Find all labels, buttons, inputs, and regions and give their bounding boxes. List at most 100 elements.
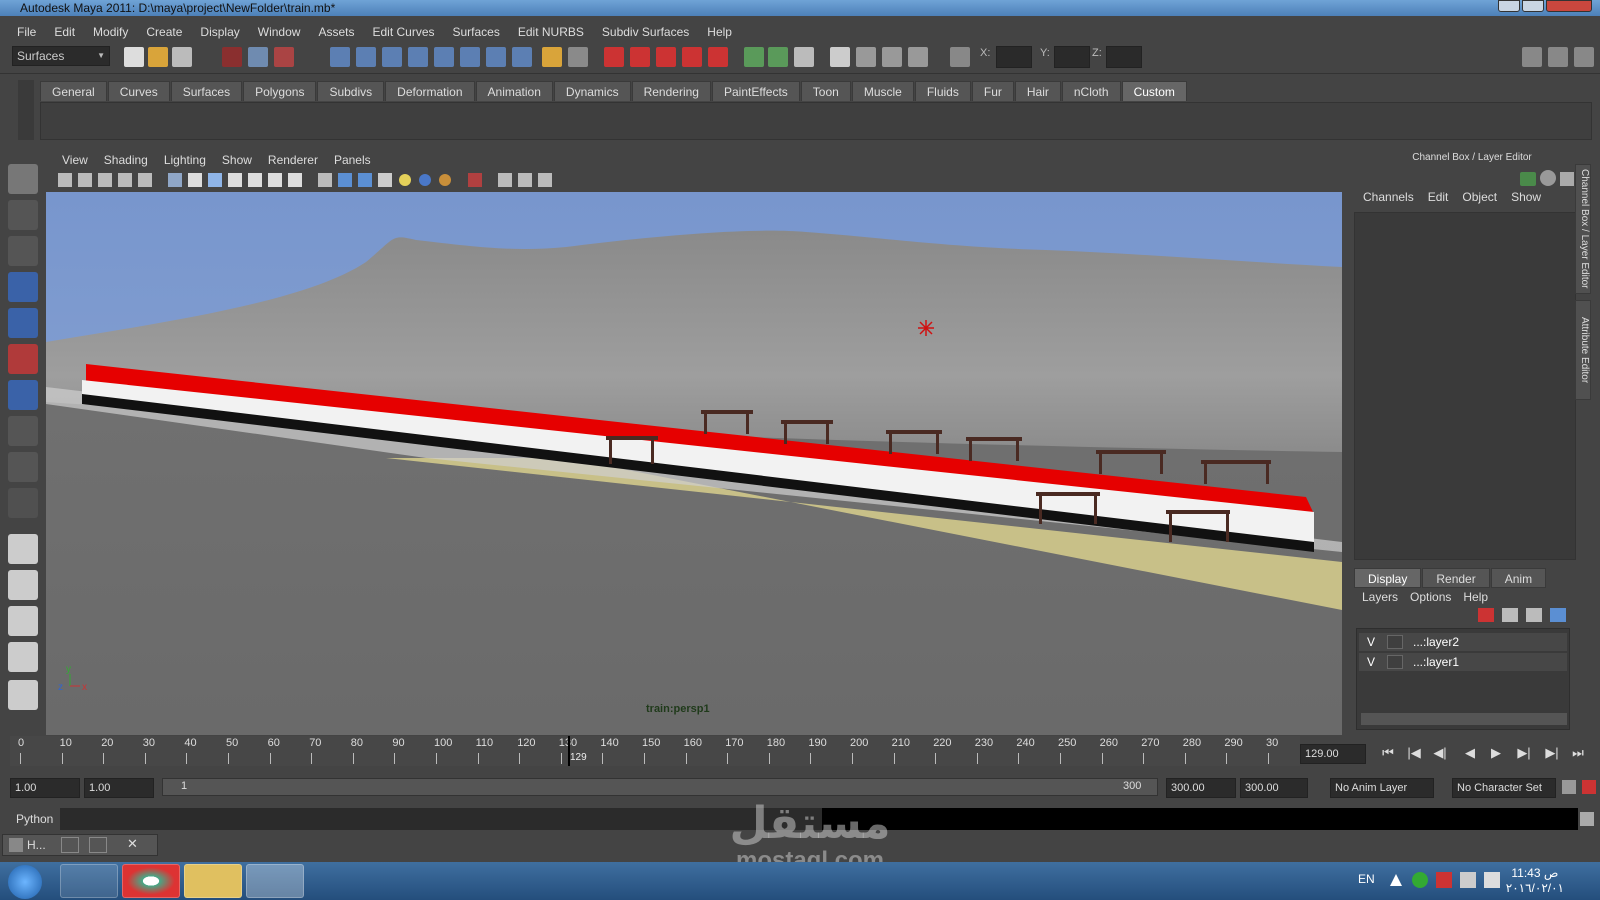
snap-plane-icon[interactable] bbox=[408, 47, 428, 67]
shelf-tab-polygons[interactable]: Polygons bbox=[243, 81, 317, 101]
show-hidden-icons-icon[interactable] bbox=[1390, 874, 1402, 886]
single-perspective-layout-icon[interactable] bbox=[8, 534, 38, 564]
shelf-tab-rendering[interactable]: Rendering bbox=[631, 81, 711, 101]
hypershade-layout-icon[interactable] bbox=[8, 680, 38, 710]
command-language-label[interactable]: Python bbox=[16, 812, 53, 826]
graph-icon[interactable] bbox=[882, 47, 902, 67]
playback-end-field[interactable]: 300.00 bbox=[1166, 778, 1236, 798]
ipr-render-icon[interactable] bbox=[630, 47, 650, 67]
internet-explorer-icon[interactable] bbox=[60, 864, 118, 898]
system-clock[interactable]: 11:43 ص ٢٠١٦/٠٢/٠١ bbox=[1506, 866, 1564, 896]
shelf-tab-muscle[interactable]: Muscle bbox=[851, 81, 914, 101]
new-layer-selected-icon[interactable] bbox=[1502, 608, 1518, 622]
snap-view-icon[interactable] bbox=[460, 47, 480, 67]
shelf-tab-painteffects[interactable]: PaintEffects bbox=[711, 81, 800, 101]
menu-modify[interactable]: Modify bbox=[84, 25, 137, 39]
select-tool-icon[interactable] bbox=[8, 164, 38, 194]
go-to-start-icon[interactable]: ⏮ bbox=[1378, 744, 1398, 762]
shelf-tab-dynamics[interactable]: Dynamics bbox=[553, 81, 631, 101]
shelf-tab-ncloth[interactable]: nCloth bbox=[1061, 81, 1121, 101]
four-view-layout-icon[interactable] bbox=[8, 570, 38, 600]
layer-tab-anim[interactable]: Anim bbox=[1490, 568, 1547, 588]
graph-layout-icon[interactable] bbox=[8, 642, 38, 672]
select-component-icon[interactable] bbox=[274, 47, 294, 67]
help-icon[interactable] bbox=[512, 47, 532, 67]
hypershade-icon[interactable] bbox=[682, 47, 702, 67]
shelf-tab-custom[interactable]: Custom bbox=[1121, 81, 1187, 101]
preferences-icon[interactable] bbox=[1582, 780, 1596, 794]
go-to-end-icon[interactable]: ⏭ bbox=[1568, 744, 1588, 762]
volume-icon[interactable] bbox=[1484, 872, 1500, 888]
viewport-menu-show[interactable]: Show bbox=[214, 153, 260, 167]
play-backward-icon[interactable]: ◀ bbox=[1460, 744, 1480, 762]
display-icon[interactable] bbox=[856, 47, 876, 67]
minimized-window[interactable]: H... ✕ bbox=[2, 834, 158, 856]
channels-menu[interactable]: Channels bbox=[1356, 190, 1421, 204]
network-icon[interactable] bbox=[1412, 872, 1428, 888]
lasso-tool-icon[interactable] bbox=[8, 200, 38, 230]
start-time-field[interactable]: 1.00 bbox=[10, 778, 80, 798]
layer-tab-render[interactable]: Render bbox=[1422, 568, 1490, 588]
shelf-tab-general[interactable]: General bbox=[40, 81, 107, 101]
step-forward-icon[interactable]: ▶| bbox=[1542, 744, 1562, 762]
show-manipulator-icon[interactable] bbox=[8, 452, 38, 482]
camera-view-icon[interactable] bbox=[830, 47, 850, 67]
layer-row[interactable]: V ...:layer2 bbox=[1359, 633, 1567, 651]
menu-edit-nurbs[interactable]: Edit NURBS bbox=[509, 25, 593, 39]
viewport-menu-shading[interactable]: Shading bbox=[96, 153, 156, 167]
script-editor-open-icon[interactable] bbox=[1580, 812, 1594, 826]
range-slider[interactable]: 1 300 bbox=[162, 778, 1158, 796]
viewport-menu-lighting[interactable]: Lighting bbox=[156, 153, 214, 167]
manipulator-tool-icon[interactable] bbox=[8, 380, 38, 410]
save-scene-icon[interactable] bbox=[172, 47, 192, 67]
menu-help[interactable]: Help bbox=[698, 25, 741, 39]
layer-tab-display[interactable]: Display bbox=[1354, 568, 1422, 588]
attribute-editor-side-tab[interactable]: Attribute Editor bbox=[1575, 300, 1591, 400]
layers-help-menu[interactable]: Help bbox=[1457, 590, 1494, 604]
shelf-tab-animation[interactable]: Animation bbox=[475, 81, 553, 101]
render-view-icon[interactable] bbox=[708, 47, 728, 67]
menu-assets[interactable]: Assets bbox=[309, 25, 363, 39]
snap-point-icon[interactable] bbox=[382, 47, 402, 67]
pin-icon[interactable] bbox=[1560, 172, 1574, 186]
z-field[interactable] bbox=[1106, 46, 1142, 68]
close-button[interactable] bbox=[1546, 0, 1592, 12]
shelf-tab-subdivs[interactable]: Subdivs bbox=[317, 81, 385, 101]
new-scene-icon[interactable] bbox=[124, 47, 144, 67]
display-icon[interactable] bbox=[1460, 872, 1476, 888]
shelf-tab-hair[interactable]: Hair bbox=[1014, 81, 1061, 101]
menu-edit[interactable]: Edit bbox=[45, 25, 84, 39]
playback-start-field[interactable]: 1.00 bbox=[84, 778, 154, 798]
close-icon[interactable]: ✕ bbox=[127, 836, 138, 852]
time-slider[interactable]: 0102030405060708090100110120130140150160… bbox=[10, 736, 1300, 766]
channel-box-toggle-icon[interactable] bbox=[1574, 47, 1594, 67]
action-center-icon[interactable] bbox=[1436, 872, 1452, 888]
input-language[interactable]: EN bbox=[1358, 872, 1375, 886]
y-field[interactable] bbox=[1054, 46, 1090, 68]
script-editor-icon[interactable] bbox=[794, 47, 814, 67]
maximize-icon[interactable] bbox=[89, 837, 107, 853]
move-layer-down-icon[interactable] bbox=[1550, 608, 1566, 622]
viewport-toolbar-icons[interactable] bbox=[56, 171, 616, 189]
viewport-menu-renderer[interactable]: Renderer bbox=[260, 153, 326, 167]
move-tool-icon[interactable] bbox=[8, 272, 38, 302]
shelf-menu-icon[interactable] bbox=[18, 80, 34, 140]
transform-mode-icon[interactable] bbox=[950, 47, 970, 67]
select-object-icon[interactable] bbox=[248, 47, 268, 67]
select-hierarchy-icon[interactable] bbox=[222, 47, 242, 67]
menu-create[interactable]: Create bbox=[137, 25, 191, 39]
rotate-tool-icon[interactable] bbox=[8, 308, 38, 338]
menu-surfaces[interactable]: Surfaces bbox=[444, 25, 509, 39]
end-time-field[interactable]: 300.00 bbox=[1240, 778, 1308, 798]
step-back-icon[interactable]: |◀ bbox=[1404, 744, 1424, 762]
shelf-tab-deformation[interactable]: Deformation bbox=[385, 81, 475, 101]
snap-curve-icon[interactable] bbox=[356, 47, 376, 67]
snap-surface-icon[interactable] bbox=[486, 47, 506, 67]
menu-set-selector[interactable]: Surfaces bbox=[12, 46, 110, 66]
step-forward-key-icon[interactable]: ▶| bbox=[1514, 744, 1534, 762]
file-explorer-icon[interactable] bbox=[184, 864, 242, 898]
channels-object-menu[interactable]: Object bbox=[1455, 190, 1504, 204]
shelf-tab-fluids[interactable]: Fluids bbox=[914, 81, 971, 101]
layer-display-type[interactable] bbox=[1387, 655, 1403, 669]
start-button-icon[interactable] bbox=[8, 865, 42, 899]
